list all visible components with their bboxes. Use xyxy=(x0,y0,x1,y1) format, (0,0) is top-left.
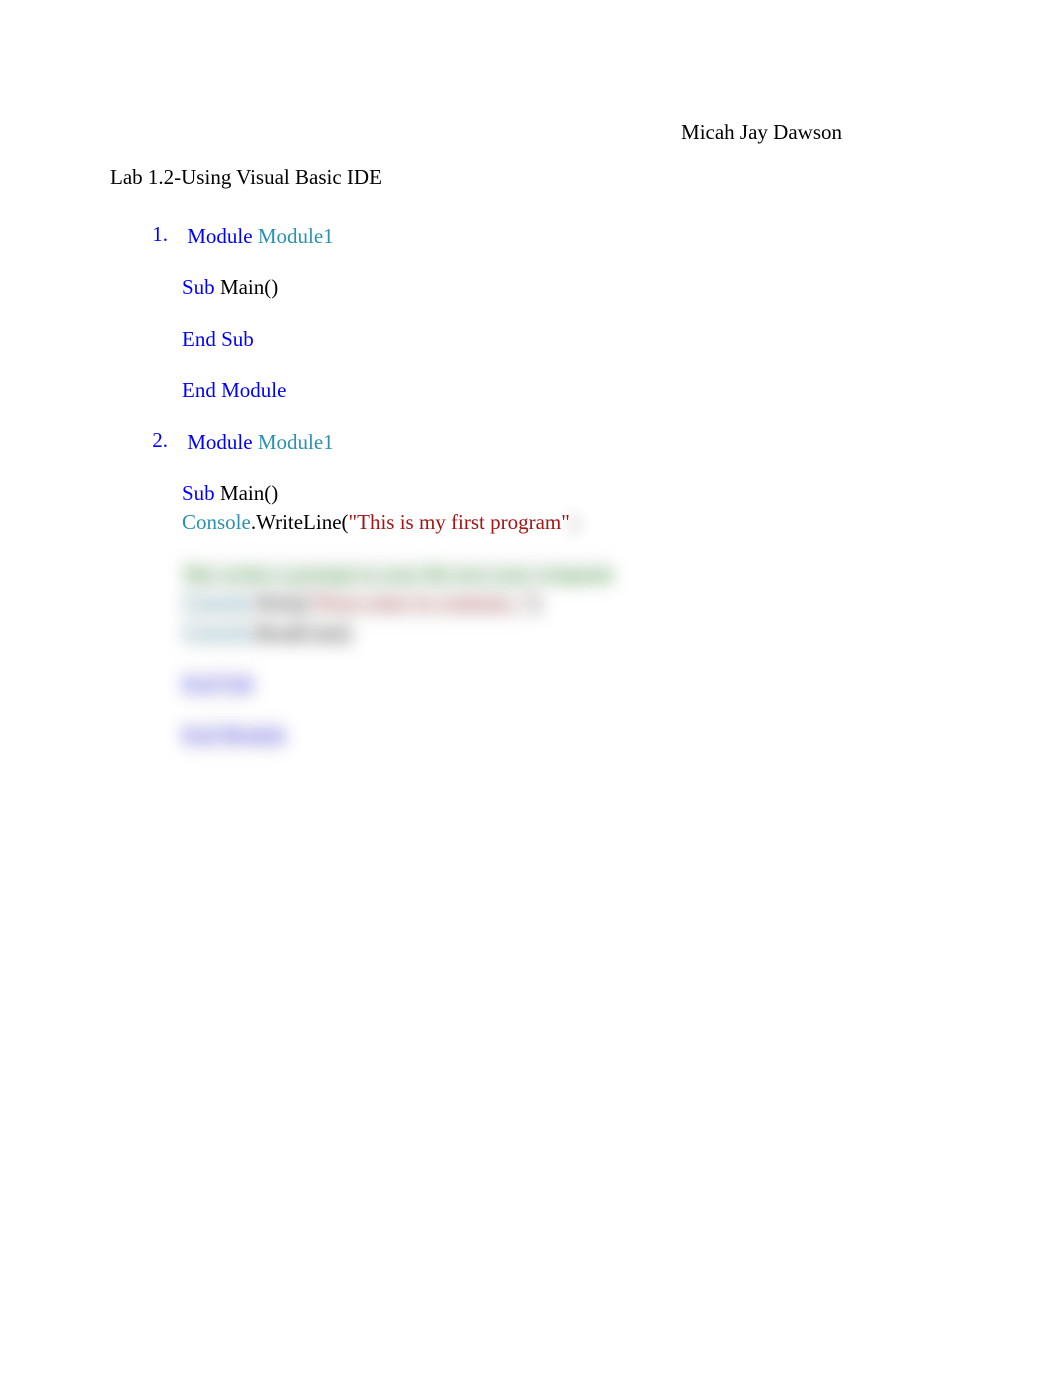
method-name: Main() xyxy=(215,275,279,299)
code-line: Console.ReadLine() xyxy=(182,619,352,648)
document-page: Micah Jay Dawson Lab 1.2-Using Visual Ba… xyxy=(0,0,1062,751)
blurred-content: 'this writes a prompt to your the text y… xyxy=(182,560,952,751)
code-block-2: Module Module1 xyxy=(187,428,333,457)
list-item-2: 2. Module Module1 Sub Main() Console.Wri… xyxy=(140,428,952,751)
module-name: Module1 xyxy=(253,224,334,248)
keyword-end-sub: End Sub xyxy=(182,327,254,351)
numbered-list: 1. Module Module1 Sub Main() End Sub xyxy=(110,222,952,751)
class-console: Console xyxy=(182,591,251,615)
lab-title: Lab 1.2-Using Visual Basic IDE xyxy=(110,165,952,190)
code-line: 'this writes a prompt to your the text y… xyxy=(182,560,614,589)
keyword-module: Module xyxy=(187,430,252,454)
code-line: Sub Main() xyxy=(182,479,952,508)
class-console: Console xyxy=(182,621,251,645)
method-name: Main() xyxy=(215,481,279,505)
keyword-sub: Sub xyxy=(182,481,215,505)
module-name: Module1 xyxy=(253,430,334,454)
code-line: End Module xyxy=(182,376,952,405)
code-line: Console.WriteLine("This is my first prog… xyxy=(182,508,952,537)
keyword-end-sub: End Sub xyxy=(182,672,254,696)
keyword-sub: Sub xyxy=(182,275,215,299)
string-literal: "This is my first program" xyxy=(349,510,570,534)
code-line: End Sub xyxy=(182,670,254,699)
method-call: .ReadLine() xyxy=(251,621,352,645)
code-line: Console.Write("Press enter to continue..… xyxy=(182,589,541,618)
code-block-1: Module Module1 xyxy=(187,222,333,251)
list-item-1: 1. Module Module1 Sub Main() End Sub xyxy=(140,222,952,406)
code-line: End Module xyxy=(182,721,286,750)
keyword-module: Module xyxy=(187,224,252,248)
code-line: Sub Main() xyxy=(182,273,952,302)
code-text: ) xyxy=(534,591,541,615)
list-number-1: 1. xyxy=(140,222,168,247)
code-line: End Sub xyxy=(182,325,952,354)
class-console: Console xyxy=(182,510,251,534)
method-call: .Write( xyxy=(251,591,310,615)
method-call: .WriteLine( xyxy=(251,510,349,534)
keyword-end-module: End Module xyxy=(182,378,286,402)
string-literal: "Press enter to continue..." xyxy=(310,591,534,615)
code-text: ) xyxy=(570,510,577,534)
author-name: Micah Jay Dawson xyxy=(110,120,952,145)
keyword-end-module: End Module xyxy=(182,723,286,747)
comment: 'this writes a prompt to your the text y… xyxy=(182,562,614,586)
list-number-2: 2. xyxy=(140,428,168,453)
